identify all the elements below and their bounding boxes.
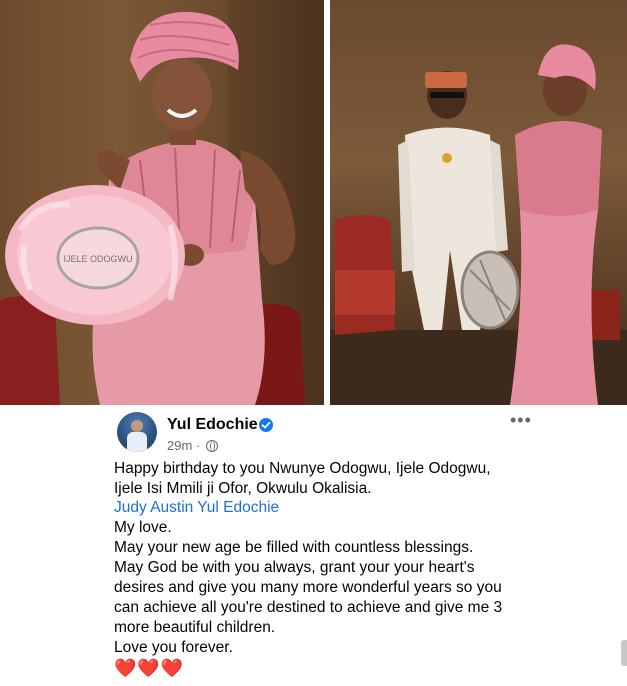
author-name[interactable]: Yul Edochie	[167, 416, 258, 434]
post-line-5: May your new age be filled with countles…	[114, 539, 474, 556]
author-avatar[interactable]	[117, 412, 157, 452]
post-line-4: My love.	[114, 519, 172, 536]
photo-collage[interactable]: IJELE ODOGWU	[0, 0, 627, 405]
post-line-10: Love you forever.	[114, 639, 233, 656]
photo-left[interactable]: IJELE ODOGWU	[0, 0, 324, 405]
photo-right[interactable]	[330, 0, 627, 405]
avatar-head	[131, 420, 143, 432]
scroll-handle[interactable]	[621, 640, 627, 666]
post-line-1: Happy birthday to you Nwunye Odogwu, Ije…	[114, 460, 491, 477]
fan-text: IJELE ODOGWU	[63, 254, 132, 264]
meta-separator: ·	[195, 438, 201, 453]
post-line-6: May God be with you always, grant your y…	[114, 559, 475, 576]
hearts-emoji: ❤️❤️❤️	[114, 658, 185, 678]
globe-icon	[206, 440, 218, 452]
post-line-9: more beautiful children.	[114, 619, 276, 636]
post-meta: 29m ·	[167, 438, 200, 453]
verified-badge-icon	[259, 418, 273, 432]
post-time[interactable]: 29m	[167, 438, 192, 453]
more-options-icon[interactable]: •••	[510, 410, 532, 431]
post-line-2: Ijele Isi Mmili ji Ofor, Okwulu Okalisia…	[114, 480, 372, 497]
mention-link[interactable]: Judy Austin Yul Edochie	[114, 498, 534, 518]
post-line-8: can achieve all you're destined to achie…	[114, 599, 503, 616]
post-line-7: desires and give you many more wonderful…	[114, 579, 502, 596]
avatar-body	[127, 432, 147, 452]
